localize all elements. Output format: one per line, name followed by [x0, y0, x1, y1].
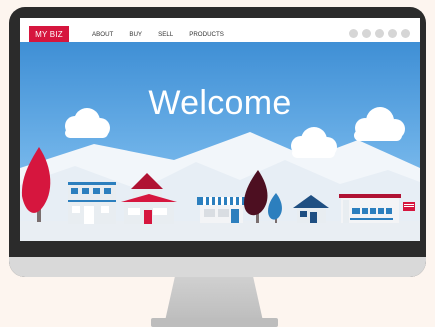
cloud-icon — [65, 108, 110, 138]
house-icon — [68, 182, 116, 224]
nav-link-products[interactable]: PRODUCTS — [189, 31, 224, 38]
nav-link-about[interactable]: ABOUT — [92, 31, 113, 38]
shop-icon — [197, 197, 246, 223]
nav-dot[interactable] — [388, 29, 397, 38]
monitor-base — [151, 318, 278, 327]
nav-link-sell[interactable]: SELL — [158, 31, 173, 38]
cloud-icon — [291, 127, 337, 158]
nav-dot[interactable] — [401, 29, 410, 38]
monitor-stand — [165, 277, 263, 321]
cloud-icon — [354, 107, 405, 141]
site-logo[interactable]: MY BIZ — [29, 26, 69, 42]
monitor-chin — [9, 257, 426, 277]
site-navbar: MY BIZ ABOUT BUY SELL PRODUCTS — [20, 18, 420, 42]
nav-dot-group — [345, 29, 410, 38]
website-screen: MY BIZ ABOUT BUY SELL PRODUCTS Welcome — [20, 18, 420, 241]
nav-link-buy[interactable]: BUY — [129, 31, 142, 38]
nav-links: ABOUT BUY SELL PRODUCTS — [92, 26, 240, 42]
town-scene — [20, 107, 420, 241]
nav-dot[interactable] — [362, 29, 371, 38]
nav-dot[interactable] — [349, 29, 358, 38]
nav-dot[interactable] — [375, 29, 384, 38]
hero-banner: Welcome — [20, 42, 420, 241]
